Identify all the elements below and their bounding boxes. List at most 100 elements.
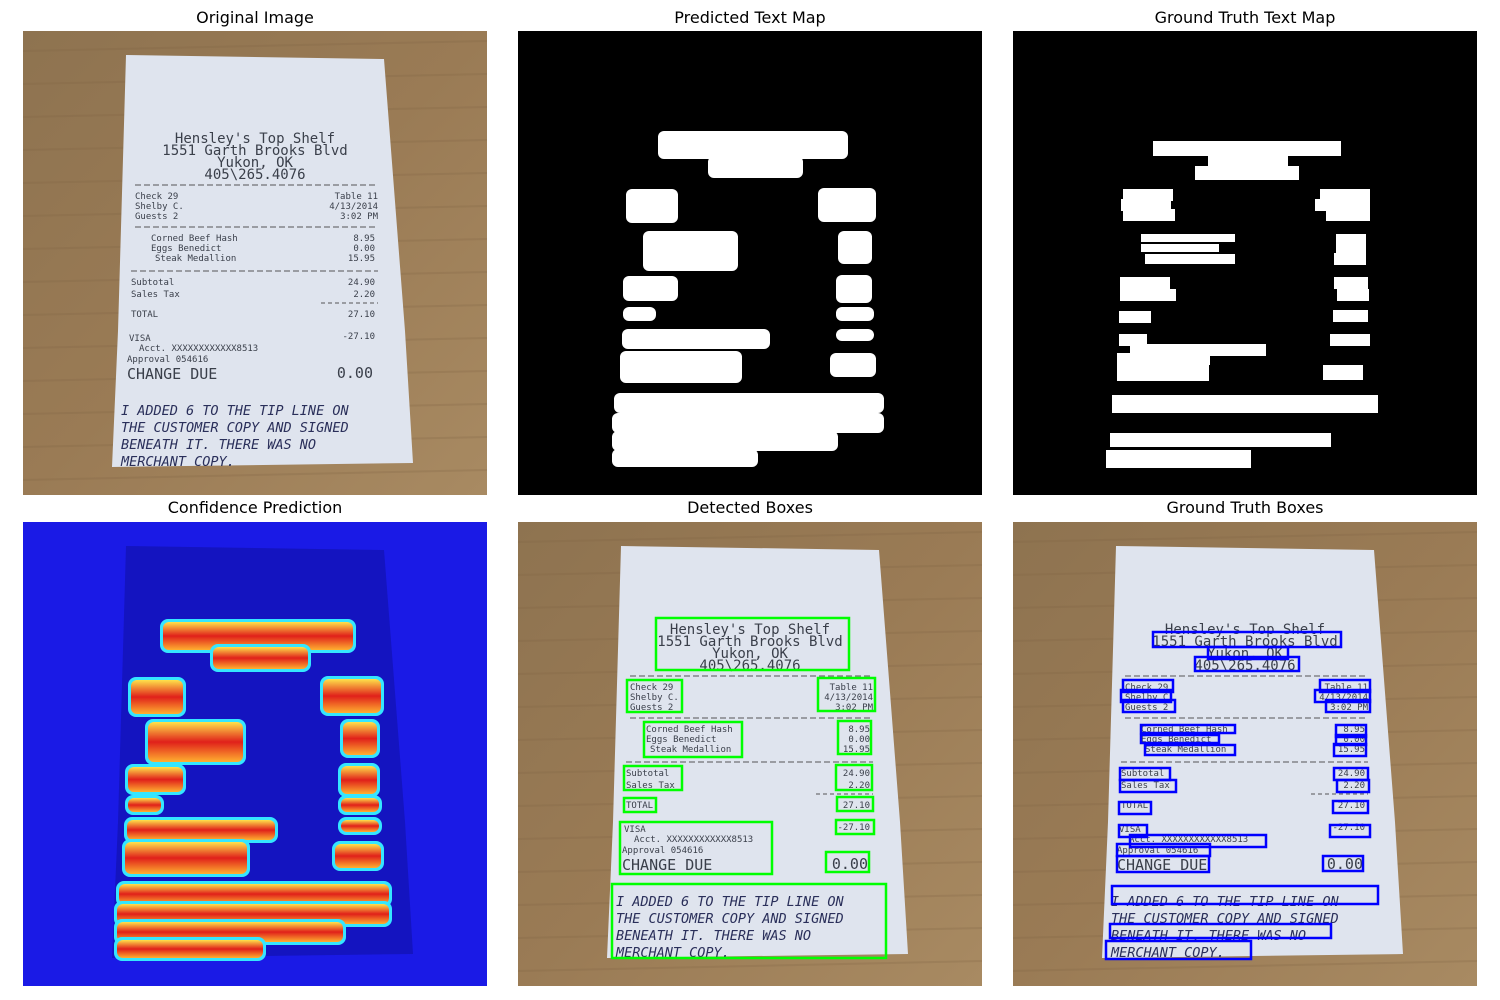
receipt-handwriting: BENEATH IT. THERE WAS NO (616, 928, 811, 944)
receipt-payment: VISA (1119, 825, 1141, 835)
receipt-item-price: 0.00 (848, 735, 870, 745)
ground-truth-text-region (1141, 244, 1219, 252)
ground-truth-text-region (1333, 310, 1368, 322)
receipt-item-price: 0.00 (353, 244, 375, 254)
receipt-handwriting: MERCHANT COPY. (120, 454, 235, 470)
ground-truth-text-region (1334, 253, 1366, 265)
receipt-date: 4/13/2014 (824, 693, 873, 703)
receipt-subtotal-label: Subtotal (626, 769, 669, 779)
predicted-text-region (708, 156, 803, 178)
receipt-table: Table 11 (335, 192, 378, 202)
panel-predicted-map (518, 31, 982, 495)
receipt-table: Table 11 (830, 683, 873, 693)
receipt-guests: Guests 2 (135, 212, 178, 222)
panel-confidence (23, 522, 487, 986)
receipt-acct: Acct. XXXXXXXXXXXX8513 (139, 344, 258, 354)
receipt-tax: 2.20 (1343, 781, 1365, 791)
predicted-text-region (623, 276, 678, 301)
ground-truth-text-region (1117, 353, 1210, 365)
confidence-region (335, 844, 381, 868)
ground-truth-text-region (1119, 311, 1151, 323)
receipt-subtotal: 24.90 (1338, 769, 1365, 779)
receipt-phone: 405\265.4076 (204, 167, 305, 183)
predicted-text-region (623, 307, 656, 321)
ground-truth-text-map (1013, 31, 1477, 495)
receipt-item-name: Steak Medallion (155, 254, 236, 264)
ground-truth-text-region (1141, 234, 1235, 242)
predicted-text-region (612, 413, 884, 433)
predicted-text-region (836, 307, 874, 321)
receipt-total-label: TOTAL (131, 310, 158, 320)
ground-truth-text-region (1117, 365, 1209, 381)
receipt-total: 27.10 (843, 801, 870, 811)
receipt-handwriting: BENEATH IT. THERE WAS NO (121, 437, 316, 453)
receipt-time: 3:02 PM (340, 212, 379, 222)
panel-original: Hensley's Top Shelf 1551 Garth Brooks Blv… (23, 31, 487, 495)
panel-gt-boxes: Hensley's Top Shelf 1551 Garth Brooks Blv… (1013, 522, 1477, 986)
predicted-text-region (614, 393, 884, 413)
receipt-change: 0.00 (832, 855, 868, 873)
receipt-approval: Approval 054616 (127, 355, 208, 365)
receipt-server: Shelby C. (630, 693, 679, 703)
map-background (1013, 31, 1477, 495)
receipt-item-name: Steak Medallion (650, 745, 731, 755)
receipt-total: 27.10 (1338, 801, 1365, 811)
receipt-acct: Acct. XXXXXXXXXXXX8513 (634, 835, 753, 845)
receipt-photo: Hensley's Top Shelf1551 Garth Brooks Blv… (23, 31, 487, 495)
receipt-handwriting: I ADDED 6 TO THE TIP LINE ON (121, 403, 349, 419)
receipt-handwriting: I ADDED 6 TO THE TIP LINE ON (616, 894, 844, 910)
ground-truth-text-region (1123, 209, 1175, 221)
predicted-text-region (836, 275, 872, 303)
receipt-handwriting: THE CUSTOMER COPY AND SIGNED (616, 911, 844, 927)
confidence-region (343, 722, 377, 755)
receipt-payment: VISA (129, 334, 151, 344)
ground-truth-text-region (1336, 244, 1366, 254)
receipt-subtotal-label: Subtotal (1121, 769, 1164, 779)
ground-truth-text-region (1110, 433, 1331, 447)
confidence-region (128, 767, 183, 792)
receipt-approval: Approval 054616 (622, 846, 703, 856)
receipt-photo-detected: Hensley's Top Shelf1551 Garth Brooks Blv… (518, 522, 982, 986)
confidence-region (213, 647, 308, 669)
receipt-check: Check 29 (630, 683, 673, 693)
confidence-region (128, 798, 161, 812)
receipt-tax-label: Sales Tax (1121, 781, 1170, 791)
receipt-photo-ground-truth: Hensley's Top Shelf1551 Garth Brooks Blv… (1013, 522, 1477, 986)
receipt-item-name: Steak Medallion (1145, 745, 1226, 755)
ground-truth-text-region (1323, 365, 1363, 380)
predicted-text-region (620, 351, 742, 383)
receipt-change: 0.00 (337, 364, 373, 382)
title-detected: Detected Boxes (687, 498, 813, 517)
receipt-check: Check 29 (135, 192, 178, 202)
predicted-text-region (612, 431, 838, 451)
receipt-total: 27.10 (348, 310, 375, 320)
confidence-heatmap (23, 522, 487, 986)
panel-detected: Hensley's Top Shelf 1551 Garth Brooks Blv… (518, 522, 982, 986)
confidence-region (125, 842, 247, 874)
receipt-item-name: Eggs Benedict (151, 244, 221, 254)
receipt-subtotal: 24.90 (348, 278, 375, 288)
receipt-handwriting: THE CUSTOMER COPY AND SIGNED (121, 420, 349, 436)
predicted-text-region (836, 329, 874, 341)
predicted-text-region (830, 353, 876, 377)
ground-truth-text-region (1326, 209, 1370, 221)
confidence-region (131, 680, 183, 714)
ground-truth-text-region (1195, 166, 1299, 180)
receipt-date: 4/13/2014 (329, 202, 378, 212)
ground-truth-text-region (1330, 334, 1370, 346)
receipt-subtotal-label: Subtotal (131, 278, 174, 288)
predicted-text-region (658, 131, 848, 159)
predicted-text-region (626, 189, 678, 223)
receipt-item-price: 8.95 (353, 234, 375, 244)
receipt-item-price: 15.95 (348, 254, 375, 264)
receipt-subtotal: 24.90 (843, 769, 870, 779)
confidence-region (127, 820, 275, 840)
predicted-text-map (518, 31, 982, 495)
confidence-region (117, 940, 263, 958)
confidence-region (341, 798, 379, 812)
receipt-tax-label: Sales Tax (131, 290, 180, 300)
receipt-payment-amount: -27.10 (837, 823, 870, 833)
confidence-region (323, 679, 381, 713)
ground-truth-text-region (1106, 450, 1251, 468)
panel-gt-map (1013, 31, 1477, 495)
